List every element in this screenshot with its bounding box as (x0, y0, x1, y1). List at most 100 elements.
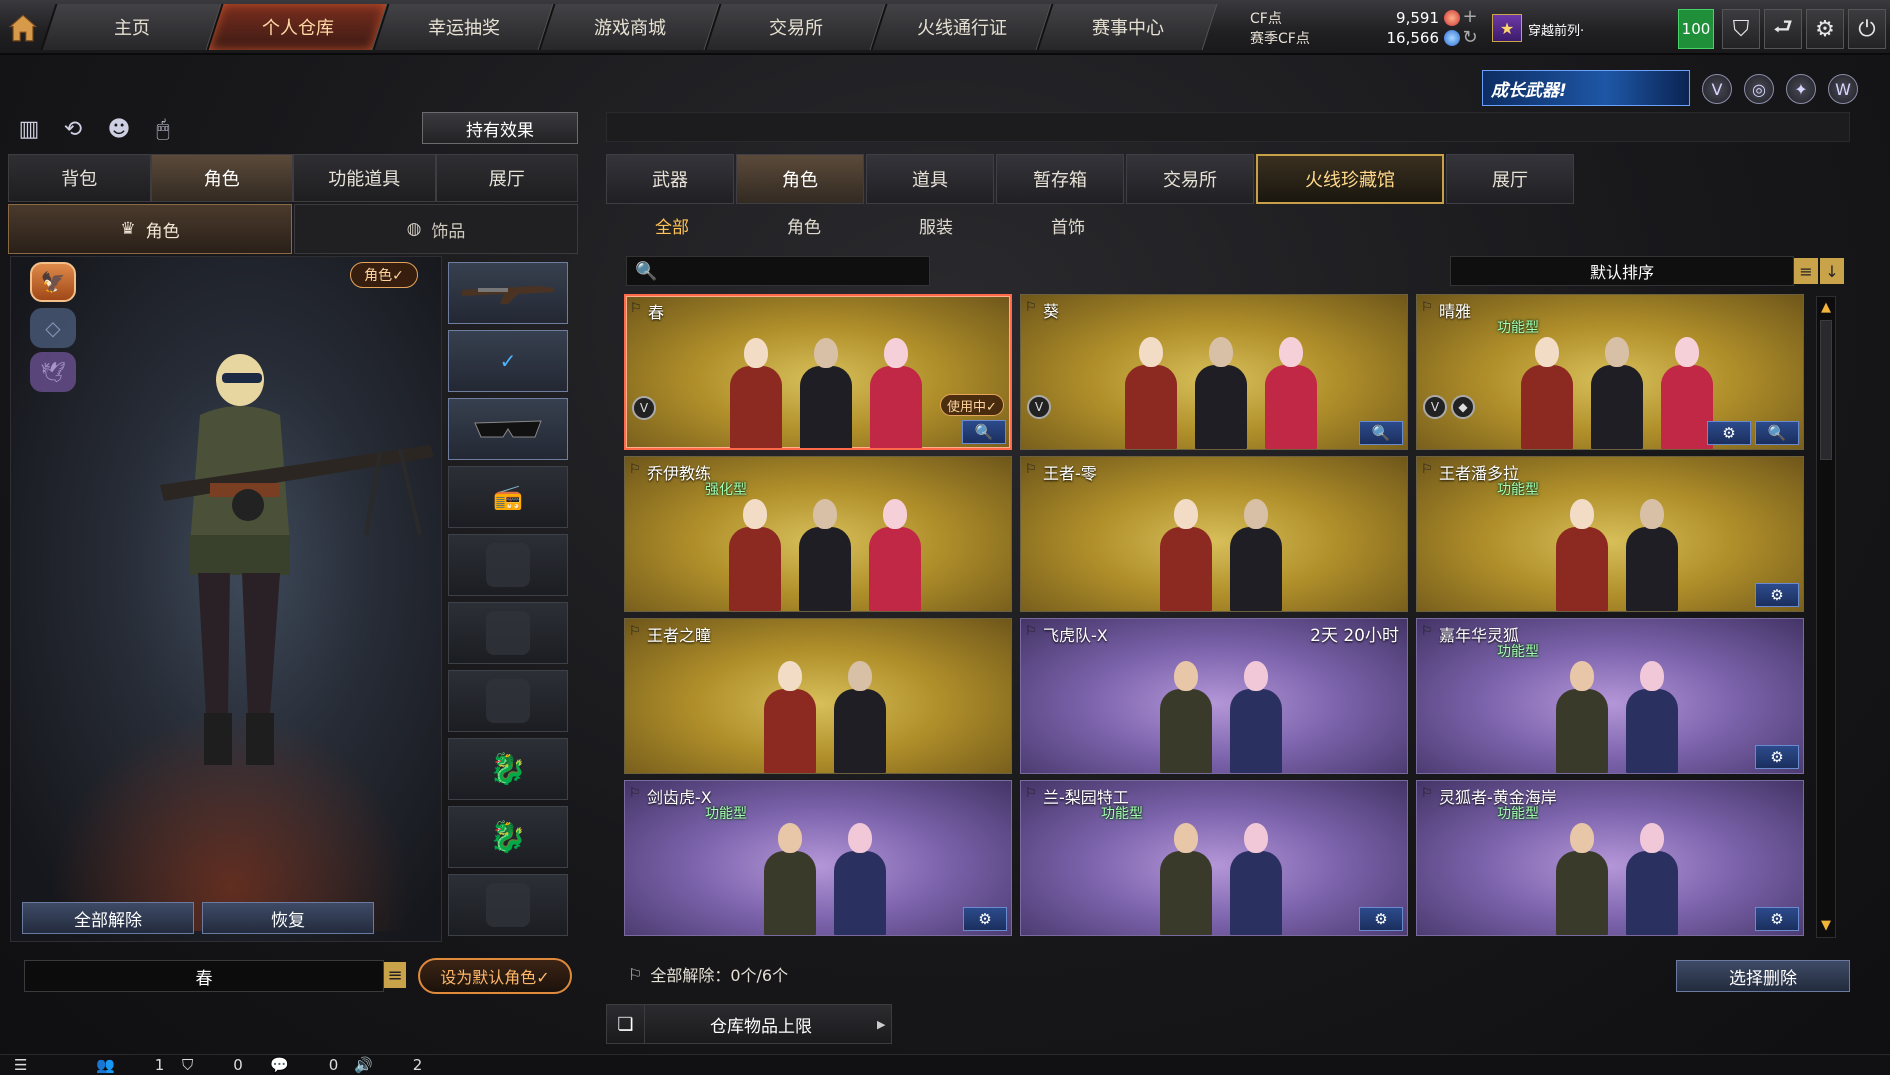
role-tag[interactable]: 角色✓ (350, 262, 418, 288)
character-card[interactable]: ⚐ 飞虎队-X 2天 20小时 (1020, 618, 1408, 774)
tab-weapons[interactable]: 武器 (606, 154, 734, 204)
bird-icon[interactable]: 🕊 (30, 352, 76, 392)
level-badge[interactable]: 100 (1678, 9, 1714, 49)
favorite-icon[interactable]: ⚐ (1025, 624, 1039, 640)
emblem-icon[interactable]: ◇ (30, 308, 76, 348)
home-button[interactable] (2, 6, 44, 50)
tab-showroom[interactable]: 展厅 (435, 154, 578, 202)
add-points-icon[interactable]: + (1460, 6, 1480, 27)
tab-items[interactable]: 道具 (866, 154, 994, 204)
settings-button-icon[interactable]: ⚙ (963, 907, 1007, 931)
character-card[interactable]: ⚐ 乔伊教练 强化型 (624, 456, 1012, 612)
ring-slot[interactable] (448, 874, 568, 936)
shield-icon[interactable]: ⛉ (1722, 9, 1760, 49)
nav-tab-lottery[interactable]: 幸运抽奖 (372, 4, 554, 50)
sort-direction-icon[interactable]: ↓ (1820, 258, 1844, 284)
subtab-role[interactable]: 角色 (738, 210, 870, 240)
character-card[interactable]: ⚐ 王者之瞳 (624, 618, 1012, 774)
tab-backpack[interactable]: 背包 (8, 154, 151, 202)
armor-slot[interactable] (448, 602, 568, 664)
target-icon[interactable]: ◎ (1744, 74, 1774, 104)
medal-icon[interactable]: ✦ (1786, 74, 1816, 104)
favorite-icon[interactable]: ⚐ (629, 462, 643, 478)
subtab-character[interactable]: ♛ 角色 (8, 204, 292, 254)
eagle-icon[interactable]: 🦅 (30, 262, 76, 302)
select-delete-button[interactable]: 选择删除 (1676, 960, 1850, 992)
tab-character[interactable]: 角色 (150, 154, 293, 202)
growth-weapon-banner[interactable]: 成长武器! (1482, 70, 1690, 106)
favorite-icon[interactable]: ⚐ (629, 786, 643, 802)
character-card[interactable]: ⚐ 王者-零 (1020, 456, 1408, 612)
mouse-icon[interactable]: 🖱 (148, 114, 178, 144)
favorite-icon[interactable]: ⚐ (1025, 300, 1039, 316)
user-config-icon[interactable]: ☻ (104, 114, 134, 144)
weapon-slot[interactable] (448, 262, 568, 324)
character-card[interactable]: ⚐ 嘉年华灵狐 功能型 ⚙ (1416, 618, 1804, 774)
holding-effect-button[interactable]: 持有效果 (422, 112, 578, 144)
nav-tab-shop[interactable]: 游戏商城 (538, 4, 720, 50)
character-name-field[interactable]: 春 (24, 960, 384, 992)
refresh-icon[interactable]: ↻ (1460, 27, 1480, 48)
scroll-up-icon[interactable]: ▲ (1818, 298, 1834, 316)
tab-storage[interactable]: 暂存箱 (996, 154, 1124, 204)
stats-icon[interactable]: ▥ (14, 114, 44, 144)
radio-slot[interactable]: 📻 (448, 466, 568, 528)
vest-slot[interactable] (448, 534, 568, 596)
release-all-button[interactable]: 全部解除 (22, 902, 194, 934)
settings-button-icon[interactable]: ⚙ (1755, 745, 1799, 769)
wings-icon[interactable]: W (1828, 74, 1858, 104)
tab-characters[interactable]: 角色 (736, 154, 864, 204)
character-card[interactable]: ⚐ 灵狐者-黄金海岸 功能型 ⚙ (1416, 780, 1804, 936)
nav-tab-exchange[interactable]: 交易所 (704, 4, 886, 50)
set-default-character-button[interactable]: 设为默认角色✓ (418, 958, 572, 994)
favorite-icon[interactable]: ⚐ (1421, 624, 1435, 640)
favorite-icon[interactable]: ⚐ (1421, 786, 1435, 802)
search-input[interactable]: 🔍 (626, 256, 930, 286)
history-icon[interactable]: ⟲ (58, 114, 88, 144)
v-emblem-icon[interactable]: V (1702, 74, 1732, 104)
favorite-icon[interactable]: ⚐ (630, 301, 644, 317)
settings-button-icon[interactable]: ⚙ (1359, 907, 1403, 931)
nav-tab-battle-pass[interactable]: 火线通行证 (870, 4, 1052, 50)
tab-collection[interactable]: 火线珍藏馆 (1256, 154, 1444, 204)
rank-badge-icon[interactable]: ★ (1492, 14, 1522, 42)
glasses-slot[interactable] (448, 398, 568, 460)
restore-button[interactable]: 恢复 (202, 902, 374, 934)
favorite-icon[interactable]: ⚐ (1025, 786, 1039, 802)
character-card[interactable]: ⚐ 春使用中✓ V 🔍 (624, 294, 1012, 450)
character-card[interactable]: ⚐ 王者潘多拉 功能型 ⚙ (1416, 456, 1804, 612)
nav-tab-events[interactable]: 赛事中心 (1036, 4, 1218, 50)
storage-limit-bar[interactable]: ❏ 仓库物品上限 ▶ (606, 1004, 892, 1044)
character-card[interactable]: ⚐ 葵 V 🔍 (1020, 294, 1408, 450)
list-view-icon[interactable]: ≡ (1794, 258, 1818, 284)
settings-button-icon[interactable]: ⚙ (1755, 583, 1799, 607)
menu-icon[interactable]: ☰ (14, 1056, 27, 1074)
nav-tab-warehouse[interactable]: 个人仓库 (206, 4, 388, 50)
favorite-icon[interactable]: ⚐ (1025, 462, 1039, 478)
settings-button-icon[interactable]: ⚙ (1755, 907, 1799, 931)
scroll-thumb[interactable] (1820, 320, 1832, 460)
character-card[interactable]: ⚐ 剑齿虎-X 功能型 ⚙ (624, 780, 1012, 936)
pants-slot[interactable] (448, 670, 568, 732)
scroll-down-icon[interactable]: ▼ (1818, 916, 1834, 934)
nav-tab-home[interactable]: 主页 (40, 4, 222, 50)
favorite-icon[interactable]: ⚐ (629, 624, 643, 640)
character-card[interactable]: ⚐ 兰-梨园特工 功能型 ⚙ (1020, 780, 1408, 936)
settings-button-icon[interactable]: ⚙ (1707, 421, 1751, 445)
tab-exchange[interactable]: 交易所 (1126, 154, 1254, 204)
pendant-silver-slot[interactable]: 🐉 (448, 806, 568, 868)
subtab-all[interactable]: 全部 (606, 210, 738, 240)
favorite-icon[interactable]: ⚐ (1421, 462, 1435, 478)
inspect-button-icon[interactable]: 🔍 (962, 420, 1006, 444)
gear-icon[interactable]: ⚙ (1806, 9, 1844, 49)
pendant-gold-slot[interactable]: 🐉 (448, 738, 568, 800)
favorite-icon[interactable]: ⚐ (1421, 300, 1435, 316)
subtab-outfit[interactable]: 服装 (870, 210, 1002, 240)
list-icon[interactable]: ≡ (384, 962, 406, 988)
character-card[interactable]: ⚐ 晴雅 功能型 V ◆ ⚙ 🔍 (1416, 294, 1804, 450)
subtab-accessory[interactable]: ◍ 饰品 (294, 204, 578, 254)
inspect-button-icon[interactable]: 🔍 (1755, 421, 1799, 445)
power-icon[interactable]: ⏻ (1848, 9, 1886, 49)
tab-functional-items[interactable]: 功能道具 (293, 154, 436, 202)
tab-showroom-right[interactable]: 展厅 (1446, 154, 1574, 204)
